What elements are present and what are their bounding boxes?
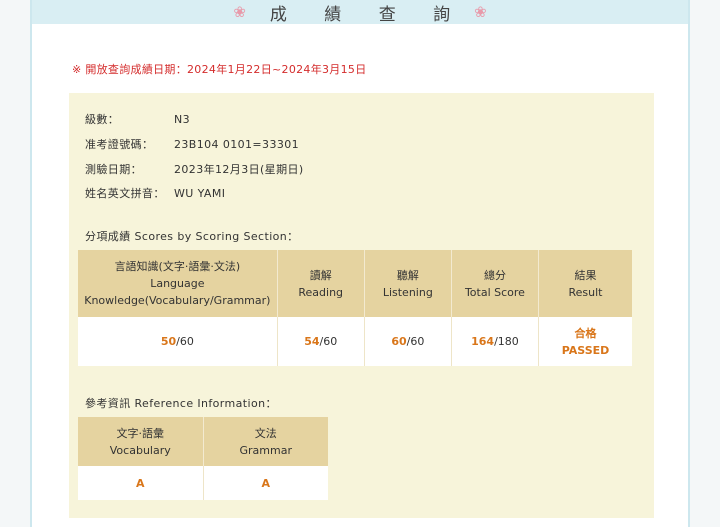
- header-listening: 聽解 Listening: [364, 250, 452, 317]
- reference-section-title: 參考資訊 Reference Information：: [85, 397, 277, 410]
- header-en: Language: [150, 277, 205, 290]
- info-value: 2023年12月3日(星期日): [174, 163, 304, 176]
- header-language-knowledge: 言語知識(文字·語彙·文法) Language Knowledge(Vocabu…: [78, 250, 278, 317]
- header-vocabulary: 文字·語彙 Vocabulary: [78, 417, 204, 466]
- scores-section-title: 分項成績 Scores by Scoring Section：: [85, 230, 299, 243]
- vocabulary-grade: A: [78, 466, 204, 500]
- score-max: /60: [176, 335, 194, 348]
- header-result: 結果 Result: [538, 250, 632, 317]
- score-listening: 60/60: [364, 317, 452, 366]
- header-reading: 讀解 Reading: [277, 250, 365, 317]
- info-name: 姓名英文拼音： WU YAMI: [85, 185, 225, 201]
- grammar-grade: A: [203, 466, 328, 500]
- score-total: 164/180: [451, 317, 540, 366]
- header-grammar: 文法 Grammar: [203, 417, 328, 466]
- reference-table: 文字·語彙 Vocabulary 文法 Grammar A A: [78, 417, 328, 500]
- result-cell: 合格 PASSED: [538, 317, 632, 366]
- header-zh: 總分: [483, 268, 506, 282]
- header-zh: 結果: [574, 268, 597, 282]
- score-value: 50: [160, 335, 177, 348]
- info-value: 23B104 0101=33301: [174, 138, 300, 151]
- flower-icon: ❀: [233, 3, 246, 21]
- score-max: /60: [406, 335, 425, 348]
- header-en: Vocabulary: [109, 443, 171, 457]
- header-zh: 言語知識(文字·語彙·文法): [114, 260, 241, 273]
- header-zh: 文字·語彙: [116, 426, 165, 440]
- page-title: 成 績 查 詢: [269, 4, 467, 25]
- score-language-knowledge: 50/60: [78, 317, 278, 366]
- title-bar: ❀ 成 績 查 詢 ❀: [32, 0, 688, 25]
- reference-header-row: 文字·語彙 Vocabulary 文法 Grammar: [78, 417, 328, 466]
- result-en: PASSED: [561, 343, 610, 357]
- results-frame: ❀ 成 績 查 詢 ❀ ※ 開放查詢成績日期：2024年1月22日~2024年3…: [30, 0, 690, 527]
- header-en: Result: [568, 285, 603, 299]
- info-level: 級數： N3: [85, 111, 190, 127]
- header-zh: 文法: [254, 426, 277, 440]
- info-exam-number: 准考證號碼： 23B104 0101=33301: [85, 136, 299, 152]
- scores-value-row: 50/60 54/60 60/60 164/180 合格 PASSED: [78, 317, 632, 366]
- info-value: N3: [174, 113, 191, 126]
- score-reading: 54/60: [277, 317, 365, 366]
- results-panel: 級數： N3 准考證號碼： 23B104 0101=33301 測驗日期： 2023年…: [69, 93, 654, 518]
- info-label: 測驗日期：: [85, 163, 142, 176]
- score-value: 164: [471, 335, 495, 348]
- header-en: Total Score: [464, 285, 525, 299]
- header-zh: 聽解: [396, 268, 419, 282]
- header-en: Reading: [298, 285, 344, 299]
- score-max: /60: [319, 335, 338, 348]
- header-en: Grammar: [239, 443, 292, 457]
- info-label: 級數：: [85, 113, 120, 126]
- info-value: WU YAMI: [174, 187, 226, 200]
- info-test-date: 測驗日期： 2023年12月3日(星期日): [85, 161, 304, 177]
- reference-value-row: A A: [78, 466, 328, 500]
- info-label: 准考證號碼：: [85, 138, 154, 151]
- info-label: 姓名英文拼音：: [85, 187, 165, 200]
- result-zh: 合格: [574, 326, 597, 340]
- header-en: Listening: [382, 285, 433, 299]
- score-value: 54: [304, 335, 320, 348]
- score-value: 60: [391, 335, 407, 348]
- header-en: Knowledge(Vocabulary/Grammar): [84, 294, 271, 307]
- header-total-score: 總分 Total Score: [451, 250, 540, 317]
- query-period-notice: ※ 開放查詢成績日期：2024年1月22日~2024年3月15日: [72, 63, 367, 76]
- score-max: /180: [494, 335, 519, 348]
- flower-icon: ❀: [474, 3, 487, 21]
- header-zh: 讀解: [309, 268, 332, 282]
- scores-table: 言語知識(文字·語彙·文法) Language Knowledge(Vocabu…: [78, 250, 632, 366]
- scores-header-row: 言語知識(文字·語彙·文法) Language Knowledge(Vocabu…: [78, 250, 632, 317]
